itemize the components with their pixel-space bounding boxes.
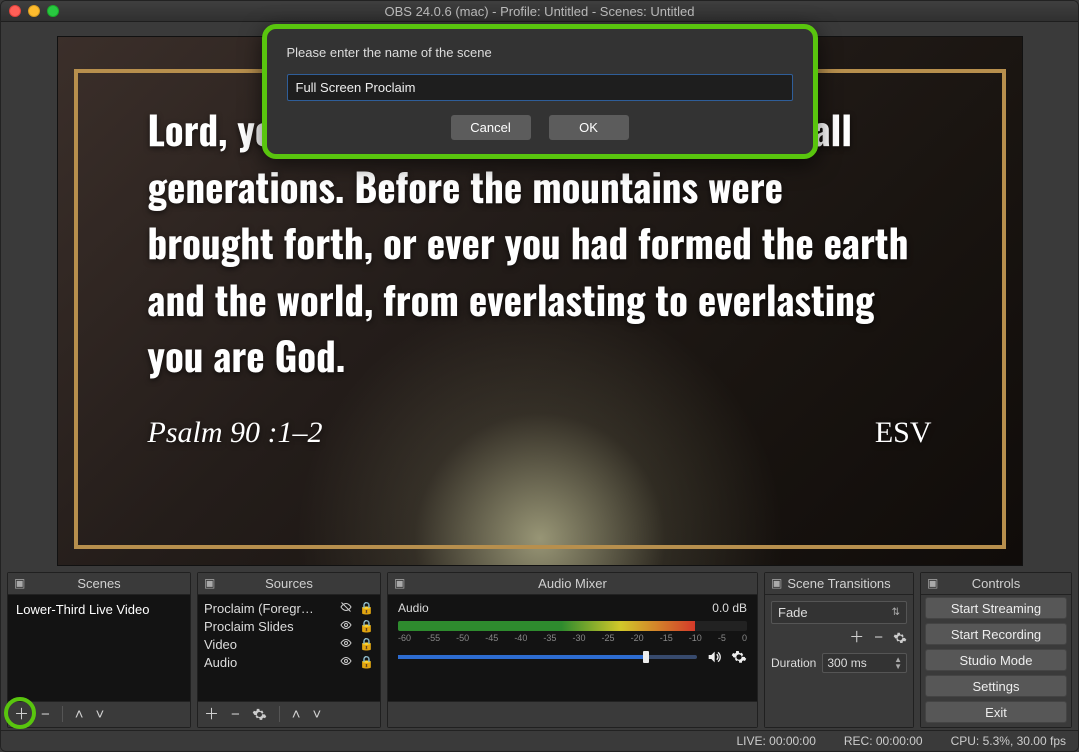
scene-name-input[interactable] <box>287 74 793 101</box>
transitions-panel-title: Scene Transitions <box>787 576 890 591</box>
source-up-button[interactable]: ˄ <box>292 707 301 722</box>
sources-panel: ▣ Sources Proclaim (Foregroun 🔒 Proclaim… <box>197 572 381 727</box>
start-recording-button[interactable]: Start Recording <box>925 623 1067 645</box>
remove-source-button[interactable]: − <box>231 707 240 722</box>
scripture-citation: Psalm 90 :1–2 <box>148 416 323 450</box>
status-rec: REC: 00:00:00 <box>844 734 923 748</box>
exit-button[interactable]: Exit <box>925 701 1067 723</box>
transition-settings-button[interactable] <box>893 630 907 645</box>
cancel-button[interactable]: Cancel <box>451 115 531 140</box>
scenes-panel-title: Scenes <box>77 576 120 591</box>
lock-icon[interactable]: 🔒 <box>359 619 374 633</box>
scenes-panel: ▣ Scenes Lower-Third Live Video ＋ − ˄ ˅ <box>7 572 191 727</box>
panel-popout-icon[interactable]: ▣ <box>14 576 25 590</box>
panel-popout-icon[interactable]: ▣ <box>927 576 938 590</box>
speaker-icon[interactable] <box>705 649 723 665</box>
audio-meter <box>398 621 747 631</box>
source-down-button[interactable]: ˅ <box>313 707 322 722</box>
start-streaming-button[interactable]: Start Streaming <box>925 597 1067 619</box>
scene-down-button[interactable]: ˅ <box>96 707 105 722</box>
scene-up-button[interactable]: ˄ <box>75 707 84 722</box>
status-bar: LIVE: 00:00:00 REC: 00:00:00 CPU: 5.3%, … <box>1 730 1078 751</box>
scripture-version: ESV <box>875 416 932 450</box>
highlight-ring-icon <box>4 697 36 729</box>
add-scene-dialog: Please enter the name of the scene Cance… <box>262 24 818 159</box>
panel-popout-icon[interactable]: ▣ <box>771 576 782 590</box>
source-settings-button[interactable] <box>252 707 267 722</box>
mixer-track-label: Audio <box>398 601 429 615</box>
controls-panel-title: Controls <box>972 576 1020 591</box>
duration-label: Duration <box>771 656 816 670</box>
add-source-button[interactable]: ＋ <box>204 707 219 722</box>
lock-icon[interactable]: 🔒 <box>359 655 374 669</box>
panel-popout-icon[interactable]: ▣ <box>204 576 215 590</box>
source-row[interactable]: Video 🔒 <box>204 635 374 653</box>
preview-area: Lord, you have been our dwelling place i… <box>1 22 1078 572</box>
visibility-off-icon[interactable] <box>339 601 353 615</box>
sources-panel-title: Sources <box>265 576 313 591</box>
lock-icon[interactable]: 🔒 <box>359 637 374 651</box>
window-minimize-icon[interactable] <box>28 5 40 17</box>
mixer-panel-title: Audio Mixer <box>538 576 607 591</box>
add-scene-button[interactable]: ＋ <box>14 707 29 722</box>
source-row[interactable]: Proclaim (Foregroun 🔒 <box>204 599 374 617</box>
window-title: OBS 24.0.6 (mac) - Profile: Untitled - S… <box>59 4 1020 19</box>
ok-button[interactable]: OK <box>549 115 629 140</box>
visibility-on-icon[interactable] <box>339 655 353 669</box>
mixer-level-db: 0.0 dB <box>712 601 747 615</box>
add-transition-button[interactable]: ＋ <box>849 630 864 645</box>
studio-mode-button[interactable]: Studio Mode <box>925 649 1067 671</box>
transition-select[interactable]: Fade ⇅ <box>771 601 907 624</box>
visibility-on-icon[interactable] <box>339 637 353 651</box>
controls-panel: ▣ Controls Start Streaming Start Recordi… <box>920 572 1072 727</box>
mixer-settings-icon[interactable] <box>731 649 747 665</box>
dock-panels: ▣ Scenes Lower-Third Live Video ＋ − ˄ ˅ … <box>1 572 1078 729</box>
remove-scene-button[interactable]: − <box>41 707 50 722</box>
scene-row[interactable]: Lower-Third Live Video <box>16 599 182 620</box>
lock-icon[interactable]: 🔒 <box>359 601 374 615</box>
titlebar: OBS 24.0.6 (mac) - Profile: Untitled - S… <box>1 1 1078 22</box>
stepper-arrows-icon[interactable]: ▲▼ <box>894 656 902 670</box>
settings-button[interactable]: Settings <box>925 675 1067 697</box>
dialog-prompt: Please enter the name of the scene <box>287 45 793 60</box>
window-close-icon[interactable] <box>9 5 21 17</box>
remove-transition-button[interactable]: − <box>874 630 883 645</box>
source-row[interactable]: Proclaim Slides 🔒 <box>204 617 374 635</box>
audio-scale: -60-55 -50-45 -40-35 -30-25 -20-15 -10-5… <box>398 633 747 643</box>
panel-popout-icon[interactable]: ▣ <box>394 576 405 590</box>
app-window: OBS 24.0.6 (mac) - Profile: Untitled - S… <box>0 0 1079 752</box>
window-zoom-icon[interactable] <box>47 5 59 17</box>
source-row[interactable]: Audio 🔒 <box>204 653 374 671</box>
visibility-on-icon[interactable] <box>339 619 353 633</box>
status-live: LIVE: 00:00:00 <box>736 734 815 748</box>
volume-slider[interactable] <box>398 655 697 659</box>
chevron-updown-icon: ⇅ <box>892 607 900 618</box>
transitions-panel: ▣ Scene Transitions Fade ⇅ ＋ − Duration <box>764 572 914 727</box>
audio-mixer-panel: ▣ Audio Mixer Audio 0.0 dB -60-55 -50-45… <box>387 572 758 727</box>
status-cpu: CPU: 5.3%, 30.00 fps <box>951 734 1066 748</box>
duration-stepper[interactable]: 300 ms ▲▼ <box>822 653 907 673</box>
